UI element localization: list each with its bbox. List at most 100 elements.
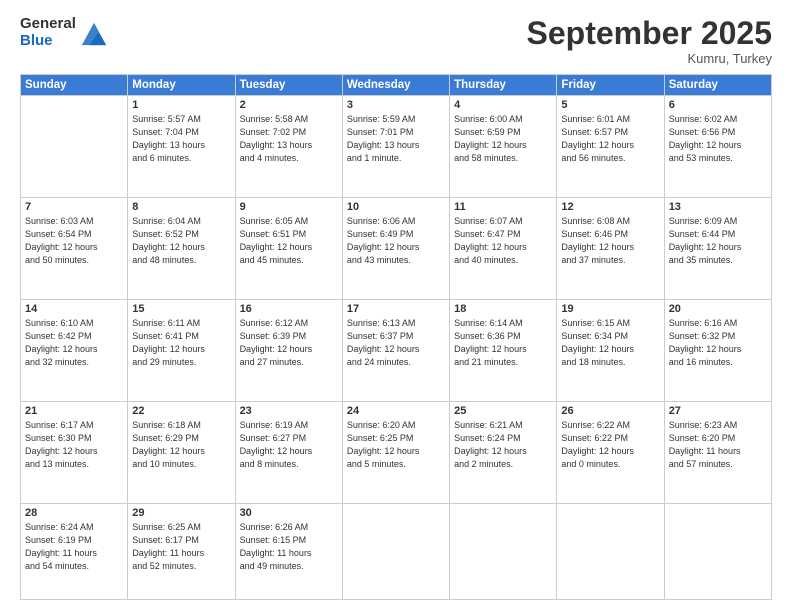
- cell-info: Sunrise: 6:12 AM Sunset: 6:39 PM Dayligh…: [240, 317, 338, 369]
- calendar-cell: 11Sunrise: 6:07 AM Sunset: 6:47 PM Dayli…: [450, 198, 557, 300]
- calendar-cell: 13 Sunrise: 6:09 AM Sunset: 6:44 PM Dayli…: [664, 198, 771, 300]
- day-number: 18: [454, 303, 552, 315]
- location: Kumru, Turkey: [527, 51, 772, 66]
- day-number: 20: [669, 303, 767, 315]
- weekday-header: Wednesday: [342, 75, 449, 96]
- day-number: 8: [132, 201, 230, 213]
- cell-info: Sunrise: 6:03 AM Sunset: 6:54 PM Dayligh…: [25, 215, 123, 267]
- calendar-cell: 7Sunrise: 6:03 AM Sunset: 6:54 PM Daylig…: [21, 198, 128, 300]
- calendar-cell: [557, 504, 664, 600]
- cell-info: Sunrise: 6:22 AM Sunset: 6:22 PM Dayligh…: [561, 419, 659, 471]
- calendar-cell: 19 Sunrise: 6:15 AM Sunset: 6:34 PM Dayli…: [557, 300, 664, 402]
- month-title: September 2025: [527, 16, 772, 51]
- day-number: 13: [669, 201, 767, 213]
- cell-info: Sunrise: 6:00 AM Sunset: 6:59 PM Dayligh…: [454, 113, 552, 165]
- cell-info: Sunrise: 6:25 AM Sunset: 6:17 PM Dayligh…: [132, 521, 230, 573]
- cell-info: Sunrise: 5:57 AM Sunset: 7:04 PM Dayligh…: [132, 113, 230, 165]
- logo-blue: Blue: [20, 33, 76, 50]
- logo-text: General Blue: [20, 16, 76, 49]
- calendar-cell: 1Sunrise: 5:57 AM Sunset: 7:04 PM Daylig…: [128, 96, 235, 198]
- weekday-header: Monday: [128, 75, 235, 96]
- cell-info: Sunrise: 6:21 AM Sunset: 6:24 PM Dayligh…: [454, 419, 552, 471]
- calendar-cell: 16 Sunrise: 6:12 AM Sunset: 6:39 PM Dayli…: [235, 300, 342, 402]
- day-number: 30: [240, 507, 338, 519]
- header: General Blue September 2025 Kumru, Turke…: [20, 16, 772, 66]
- weekday-header: Sunday: [21, 75, 128, 96]
- logo-general: General: [20, 16, 76, 33]
- calendar-cell: 4 Sunrise: 6:00 AM Sunset: 6:59 PM Daylig…: [450, 96, 557, 198]
- day-number: 12: [561, 201, 659, 213]
- calendar-cell: 9 Sunrise: 6:05 AM Sunset: 6:51 PM Daylig…: [235, 198, 342, 300]
- calendar-cell: 30 Sunrise: 6:26 AM Sunset: 6:15 PM Dayli…: [235, 504, 342, 600]
- calendar-cell: 10Sunrise: 6:06 AM Sunset: 6:49 PM Dayli…: [342, 198, 449, 300]
- calendar-cell: 14Sunrise: 6:10 AM Sunset: 6:42 PM Dayli…: [21, 300, 128, 402]
- cell-info: Sunrise: 6:10 AM Sunset: 6:42 PM Dayligh…: [25, 317, 123, 369]
- calendar-cell: [450, 504, 557, 600]
- day-number: 19: [561, 303, 659, 315]
- calendar-week-row: 14Sunrise: 6:10 AM Sunset: 6:42 PM Dayli…: [21, 300, 772, 402]
- calendar-cell: 28 Sunrise: 6:24 AM Sunset: 6:19 PM Dayli…: [21, 504, 128, 600]
- calendar-week-row: 7Sunrise: 6:03 AM Sunset: 6:54 PM Daylig…: [21, 198, 772, 300]
- cell-info: Sunrise: 6:16 AM Sunset: 6:32 PM Dayligh…: [669, 317, 767, 369]
- calendar-cell: 24Sunrise: 6:20 AM Sunset: 6:25 PM Dayli…: [342, 402, 449, 504]
- cell-info: Sunrise: 6:15 AM Sunset: 6:34 PM Dayligh…: [561, 317, 659, 369]
- day-number: 5: [561, 99, 659, 111]
- calendar-cell: 6 Sunrise: 6:02 AM Sunset: 6:56 PM Daylig…: [664, 96, 771, 198]
- calendar-header-row: SundayMondayTuesdayWednesdayThursdayFrid…: [21, 75, 772, 96]
- cell-info: Sunrise: 5:59 AM Sunset: 7:01 PM Dayligh…: [347, 113, 445, 165]
- day-number: 27: [669, 405, 767, 417]
- calendar-week-row: 28 Sunrise: 6:24 AM Sunset: 6:19 PM Dayli…: [21, 504, 772, 600]
- calendar-cell: 23 Sunrise: 6:19 AM Sunset: 6:27 PM Dayli…: [235, 402, 342, 504]
- cell-info: Sunrise: 6:01 AM Sunset: 6:57 PM Dayligh…: [561, 113, 659, 165]
- day-number: 23: [240, 405, 338, 417]
- day-number: 10: [347, 201, 445, 213]
- calendar-cell: 18 Sunrise: 6:14 AM Sunset: 6:36 PM Dayli…: [450, 300, 557, 402]
- weekday-header: Saturday: [664, 75, 771, 96]
- calendar-cell: 27Sunrise: 6:23 AM Sunset: 6:20 PM Dayli…: [664, 402, 771, 504]
- cell-info: Sunrise: 6:13 AM Sunset: 6:37 PM Dayligh…: [347, 317, 445, 369]
- cell-info: Sunrise: 6:09 AM Sunset: 6:44 PM Dayligh…: [669, 215, 767, 267]
- day-number: 17: [347, 303, 445, 315]
- calendar-cell: 12Sunrise: 6:08 AM Sunset: 6:46 PM Dayli…: [557, 198, 664, 300]
- calendar-cell: 5 Sunrise: 6:01 AM Sunset: 6:57 PM Daylig…: [557, 96, 664, 198]
- calendar-cell: 21Sunrise: 6:17 AM Sunset: 6:30 PM Dayli…: [21, 402, 128, 504]
- logo-icon: [80, 19, 108, 47]
- cell-info: Sunrise: 5:58 AM Sunset: 7:02 PM Dayligh…: [240, 113, 338, 165]
- calendar-table: SundayMondayTuesdayWednesdayThursdayFrid…: [20, 74, 772, 600]
- day-number: 25: [454, 405, 552, 417]
- cell-info: Sunrise: 6:05 AM Sunset: 6:51 PM Dayligh…: [240, 215, 338, 267]
- day-number: 11: [454, 201, 552, 213]
- weekday-header: Tuesday: [235, 75, 342, 96]
- calendar-cell: 29 Sunrise: 6:25 AM Sunset: 6:17 PM Dayli…: [128, 504, 235, 600]
- cell-info: Sunrise: 6:17 AM Sunset: 6:30 PM Dayligh…: [25, 419, 123, 471]
- weekday-header: Friday: [557, 75, 664, 96]
- cell-info: Sunrise: 6:11 AM Sunset: 6:41 PM Dayligh…: [132, 317, 230, 369]
- cell-info: Sunrise: 6:20 AM Sunset: 6:25 PM Dayligh…: [347, 419, 445, 471]
- cell-info: Sunrise: 6:14 AM Sunset: 6:36 PM Dayligh…: [454, 317, 552, 369]
- day-number: 29: [132, 507, 230, 519]
- day-number: 15: [132, 303, 230, 315]
- calendar-cell: [664, 504, 771, 600]
- calendar-week-row: 1Sunrise: 5:57 AM Sunset: 7:04 PM Daylig…: [21, 96, 772, 198]
- cell-info: Sunrise: 6:02 AM Sunset: 6:56 PM Dayligh…: [669, 113, 767, 165]
- cell-info: Sunrise: 6:19 AM Sunset: 6:27 PM Dayligh…: [240, 419, 338, 471]
- day-number: 4: [454, 99, 552, 111]
- calendar-cell: [342, 504, 449, 600]
- day-number: 9: [240, 201, 338, 213]
- title-block: September 2025 Kumru, Turkey: [527, 16, 772, 66]
- cell-info: Sunrise: 6:18 AM Sunset: 6:29 PM Dayligh…: [132, 419, 230, 471]
- day-number: 3: [347, 99, 445, 111]
- calendar-cell: 15 Sunrise: 6:11 AM Sunset: 6:41 PM Dayli…: [128, 300, 235, 402]
- day-number: 26: [561, 405, 659, 417]
- cell-info: Sunrise: 6:26 AM Sunset: 6:15 PM Dayligh…: [240, 521, 338, 573]
- calendar-cell: 8Sunrise: 6:04 AM Sunset: 6:52 PM Daylig…: [128, 198, 235, 300]
- cell-info: Sunrise: 6:24 AM Sunset: 6:19 PM Dayligh…: [25, 521, 123, 573]
- calendar-cell: 20 Sunrise: 6:16 AM Sunset: 6:32 PM Dayli…: [664, 300, 771, 402]
- calendar-cell: 2 Sunrise: 5:58 AM Sunset: 7:02 PM Daylig…: [235, 96, 342, 198]
- day-number: 28: [25, 507, 123, 519]
- calendar-cell: [21, 96, 128, 198]
- calendar-week-row: 21Sunrise: 6:17 AM Sunset: 6:30 PM Dayli…: [21, 402, 772, 504]
- day-number: 6: [669, 99, 767, 111]
- day-number: 2: [240, 99, 338, 111]
- day-number: 16: [240, 303, 338, 315]
